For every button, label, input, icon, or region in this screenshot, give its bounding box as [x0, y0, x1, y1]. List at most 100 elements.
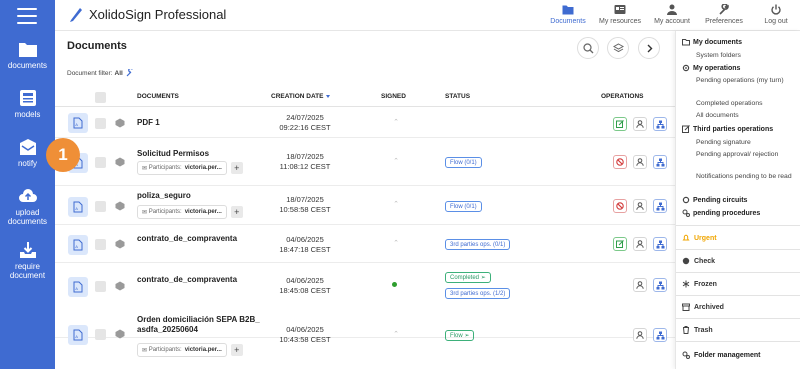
user-button[interactable]: [633, 155, 647, 169]
document-name[interactable]: poliza_seguro: [137, 191, 257, 201]
left-sidebar: documents models notify upload documents…: [0, 0, 55, 369]
folder-management-button[interactable]: Folder management: [682, 351, 761, 359]
table-row[interactable]: A Orden domiciliación SEPA B2B_asdfa_202…: [55, 311, 675, 369]
pdf-document-icon[interactable]: A: [68, 235, 88, 255]
pending-operations-link[interactable]: Pending operations (my turn): [696, 76, 796, 85]
pdf-document-icon[interactable]: A: [68, 325, 88, 345]
sidebar-item-label: require document: [9, 262, 46, 280]
download-tray-icon: [19, 242, 36, 258]
third-parties-section[interactable]: Third parties operations: [682, 125, 773, 133]
menu-icon[interactable]: [17, 8, 37, 24]
sidebar-item-documents[interactable]: documents: [0, 40, 55, 70]
document-name[interactable]: Orden domiciliación SEPA B2B_asdfa_20250…: [137, 315, 261, 335]
layers-button[interactable]: [607, 37, 629, 59]
user-button[interactable]: [633, 278, 647, 292]
row-checkbox[interactable]: [95, 329, 106, 340]
document-name[interactable]: contrato_de_compraventa: [137, 275, 259, 285]
folder-icon: [682, 39, 690, 46]
pdf-document-icon[interactable]: A: [68, 197, 88, 217]
status-badge[interactable]: Flow (0/1): [445, 157, 482, 168]
archived-folder[interactable]: Archived: [682, 303, 724, 311]
pdf-document-icon[interactable]: A: [68, 113, 88, 133]
user-button[interactable]: [633, 237, 647, 251]
user-button[interactable]: [633, 328, 647, 342]
my-operations-section[interactable]: My operations: [682, 64, 740, 72]
completed-operations-link[interactable]: Completed operations: [696, 99, 796, 108]
hierarchy-icon: [656, 331, 664, 339]
sidebar-item-require-document[interactable]: require document: [0, 241, 55, 280]
edit-button[interactable]: [613, 237, 627, 251]
urgent-folder[interactable]: Urgent: [682, 234, 717, 242]
search-button[interactable]: [577, 37, 599, 59]
next-button[interactable]: [638, 37, 660, 59]
table-row[interactable]: A Solicitud Permisos ✉ Participants:vict…: [55, 139, 675, 186]
topnav-documents[interactable]: Documents: [544, 3, 592, 25]
add-participant-button[interactable]: +: [230, 344, 243, 356]
table-row[interactable]: A poliza_seguro ✉ Participants: victoria.…: [55, 187, 675, 225]
topnav-label: Preferences: [705, 18, 743, 25]
status-badge[interactable]: Completed ➢: [445, 272, 491, 283]
workflow-button[interactable]: [653, 278, 667, 292]
gears-icon: [682, 209, 690, 217]
sidebar-item-models[interactable]: models: [0, 89, 55, 119]
wrench-icon[interactable]: [126, 69, 134, 77]
row-checkbox[interactable]: [95, 201, 106, 212]
table-row[interactable]: A PDF 1 24/07/2025 09:22:16 CEST ⌃: [55, 108, 675, 138]
pdf-document-icon[interactable]: A: [68, 277, 88, 297]
status-badge[interactable]: Flow (0/1): [445, 201, 482, 212]
user-button[interactable]: [633, 117, 647, 131]
mail-icon: ✉: [142, 347, 148, 354]
sidebar-item-label: models: [14, 110, 41, 119]
workflow-button[interactable]: [653, 328, 667, 342]
topnav-my-account[interactable]: My account: [648, 3, 696, 25]
user-icon: [636, 120, 644, 128]
all-documents-link[interactable]: All documents: [696, 111, 796, 120]
add-participant-button[interactable]: +: [230, 162, 243, 174]
workflow-button[interactable]: [653, 117, 667, 131]
pending-circuits-section[interactable]: Pending circuits: [682, 196, 747, 204]
row-checkbox[interactable]: [95, 281, 106, 292]
workflow-button[interactable]: [653, 155, 667, 169]
cancel-button[interactable]: [613, 155, 627, 169]
edit-button[interactable]: [613, 117, 627, 131]
row-checkbox[interactable]: [95, 239, 106, 250]
top-navigation: Documents My resources My account Prefer…: [540, 3, 800, 25]
workflow-button[interactable]: [653, 199, 667, 213]
row-checkbox[interactable]: [95, 118, 106, 129]
check-folder[interactable]: Check: [682, 257, 715, 265]
workflow-button[interactable]: [653, 237, 667, 251]
col-creation-date[interactable]: CREATION DATE: [271, 93, 331, 100]
participants-box[interactable]: ✉ Participants: victoria.per...: [137, 205, 227, 219]
topnav-my-resources[interactable]: My resources: [596, 3, 644, 25]
urgent-label: Urgent: [694, 234, 717, 242]
document-name[interactable]: Solicitud Permisos: [137, 149, 257, 159]
topnav-preferences[interactable]: Preferences: [700, 3, 748, 25]
sidebar-item-upload-documents[interactable]: upload documents: [0, 187, 55, 226]
status-badge[interactable]: 3rd parties ops. (1/2): [445, 288, 511, 299]
pending-approval-link[interactable]: Pending approval/ rejection: [696, 150, 796, 159]
app-title: XolidoSign Professional: [89, 6, 227, 22]
pending-procedures-section[interactable]: pending procedures: [682, 209, 760, 217]
row-checkbox[interactable]: [95, 157, 106, 168]
status-badge[interactable]: 3rd parties ops. (0/1): [445, 239, 511, 250]
trash-folder[interactable]: Trash: [682, 326, 713, 334]
participants-box[interactable]: ✉ Participants: victoria.per...: [137, 343, 227, 357]
add-participant-button[interactable]: +: [230, 206, 243, 218]
select-all-checkbox[interactable]: [95, 92, 106, 103]
table-row[interactable]: A contrato_de_compraventa 04/06/2025 18:4…: [55, 226, 675, 263]
frozen-folder[interactable]: Frozen: [682, 280, 717, 288]
document-filter[interactable]: Document filter: All: [67, 69, 134, 77]
participants-box[interactable]: ✉ Participants: victoria.per...: [137, 161, 227, 175]
user-button[interactable]: [633, 199, 647, 213]
system-folders-link[interactable]: System folders: [696, 51, 796, 60]
document-name[interactable]: contrato_de_compraventa: [137, 234, 259, 244]
topnav-log-out[interactable]: Log out: [752, 3, 800, 25]
cancel-button[interactable]: [613, 199, 627, 213]
time: 11:08:12 CEST: [279, 162, 331, 171]
status-badge[interactable]: Flow ➢: [445, 330, 475, 341]
pending-signature-link[interactable]: Pending signature: [696, 138, 796, 147]
cube-icon: [115, 118, 125, 128]
my-documents-section[interactable]: My documents: [682, 38, 742, 46]
notifications-pending-link[interactable]: Notifications pending to be read: [696, 172, 796, 181]
document-name[interactable]: PDF 1: [137, 118, 257, 128]
